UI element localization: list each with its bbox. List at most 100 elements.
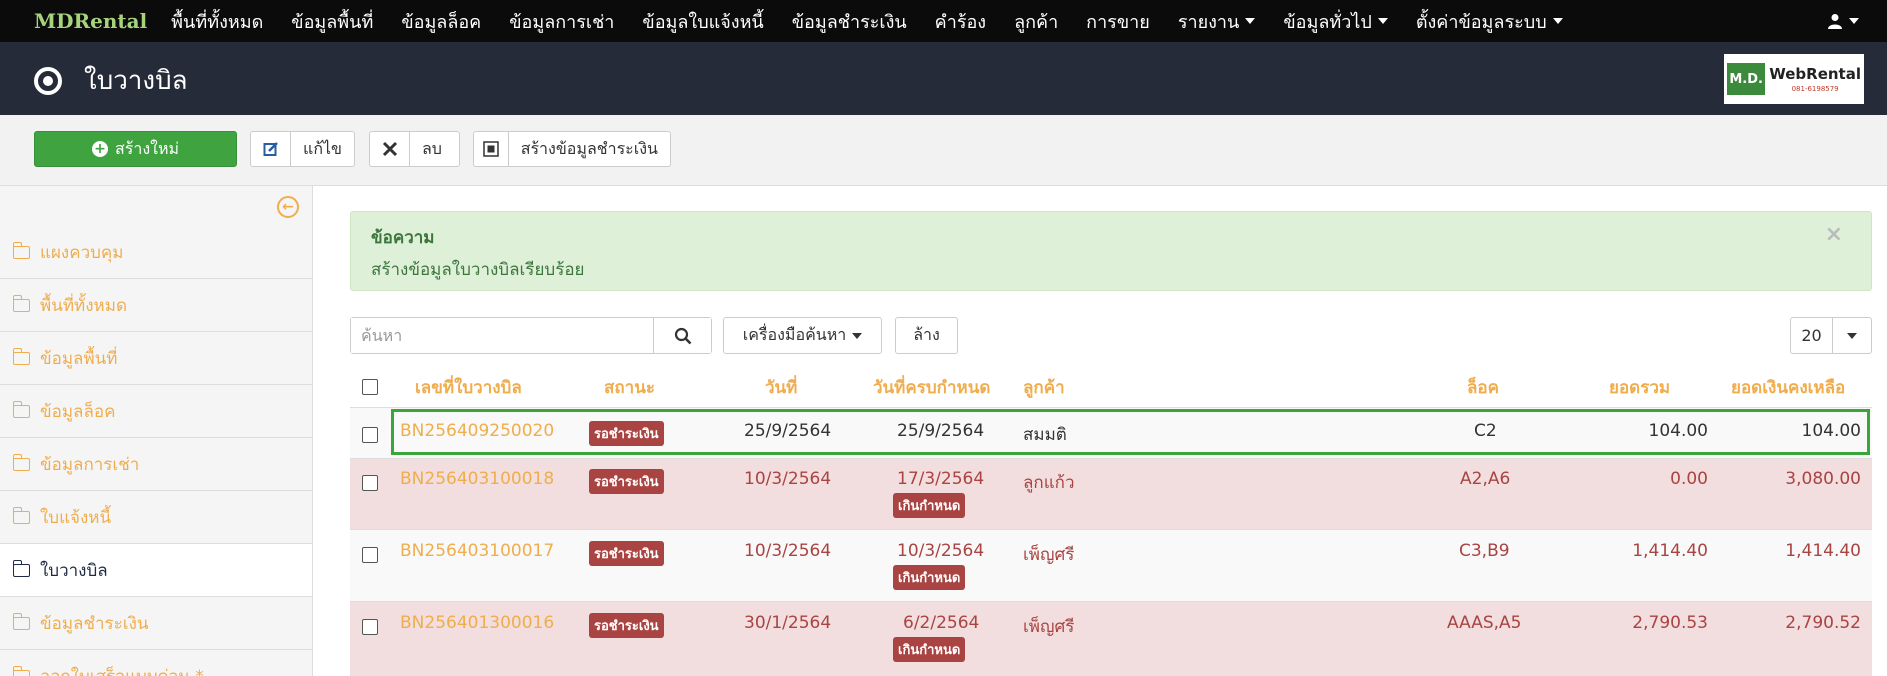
close-icon[interactable]: ×	[1825, 222, 1843, 247]
sidebar-item-label: ข้อมูลการเช่า	[40, 454, 140, 475]
caret-down-icon	[1377, 18, 1388, 24]
header-total[interactable]: ยอดรวม	[1609, 374, 1670, 401]
folder-icon	[12, 400, 30, 418]
sidebar-item-label: ข้อมูลชำระเงิน	[40, 613, 149, 634]
nav-label: ข้อมูลทั่วไป	[1283, 11, 1372, 33]
nav-label: ข้อมูลการเช่า	[509, 11, 615, 33]
header-date[interactable]: วันที่	[765, 374, 797, 401]
folder-icon	[12, 294, 30, 312]
header-due-date[interactable]: วันที่ครบกำหนด	[873, 374, 990, 401]
search-tools-dropdown[interactable]: เครื่องมือค้นหา	[723, 317, 882, 354]
search-input[interactable]	[351, 318, 654, 353]
lock-cell: AAAS,A5	[1447, 613, 1522, 633]
status-badge: รอชำระเงิน	[589, 541, 664, 566]
nav-general-dropdown[interactable]: ข้อมูลทั่วไป	[1269, 0, 1401, 42]
folder-icon	[12, 453, 30, 471]
sidebar-item-label: ใบแจ้งหนี้	[40, 507, 112, 528]
search-button[interactable]	[653, 318, 711, 353]
lock-cell: C2	[1474, 421, 1497, 441]
user-icon	[1828, 14, 1842, 29]
nav-reports-dropdown[interactable]: รายงาน	[1164, 0, 1270, 42]
nav-label: การขาย	[1086, 11, 1150, 33]
logo-md-mark: M.D.	[1727, 63, 1766, 95]
total-cell: 104.00	[1648, 421, 1708, 441]
sidebar-item-quick-receipt[interactable]: ออกใบเสร็จแบบด่วน *	[0, 650, 312, 676]
header-bill-number[interactable]: เลขที่ใบวางบิล	[415, 374, 522, 401]
edit-icon	[251, 132, 291, 166]
nav-requests[interactable]: คำร้อง	[921, 0, 1000, 42]
alert-title: ข้อความ	[371, 228, 435, 248]
nav-label: ข้อมูลใบแจ้งหนี้	[642, 11, 764, 33]
caret-down-icon	[1552, 18, 1563, 24]
row-checkbox[interactable]	[362, 547, 378, 563]
sidebar-item-invoices[interactable]: ใบแจ้งหนี้	[0, 491, 312, 544]
total-cell: 1,414.40	[1632, 541, 1708, 561]
due-date-cell: 6/2/2564	[903, 613, 980, 633]
sidebar-item-billing[interactable]: ใบวางบิล	[0, 544, 312, 597]
plus-circle-icon: +	[91, 141, 108, 157]
header-lock[interactable]: ล็อค	[1467, 374, 1499, 401]
delete-button[interactable]: ลบ	[369, 131, 460, 167]
table-row[interactable]	[350, 458, 1872, 529]
sidebar-item-area-info[interactable]: ข้อมูลพื้นที่	[0, 332, 312, 385]
stop-square-icon	[474, 132, 509, 166]
nav-sales[interactable]: การขาย	[1072, 0, 1164, 42]
folder-icon	[12, 612, 30, 630]
sidebar-item-label: แผงควบคุม	[40, 242, 124, 263]
nav-area-info[interactable]: ข้อมูลพื้นที่	[277, 0, 387, 42]
header-status[interactable]: สถานะ	[604, 374, 655, 401]
due-date-cell: 10/3/2564	[897, 541, 985, 561]
page-size-select[interactable]: 20	[1790, 317, 1872, 354]
row-checkbox[interactable]	[362, 427, 378, 443]
due-date-cell: 17/3/2564	[897, 469, 985, 489]
due-date-cell: 25/9/2564	[897, 421, 985, 441]
date-cell: 10/3/2564	[744, 469, 832, 489]
sidebar-item-lock-info[interactable]: ข้อมูลล็อค	[0, 385, 312, 438]
nav-invoice-info[interactable]: ข้อมูลใบแจ้งหนี้	[628, 0, 777, 42]
bill-number-link[interactable]: BN256409250020	[400, 421, 554, 441]
select-all-checkbox[interactable]	[362, 379, 378, 395]
create-payment-label: สร้างข้อมูลชำระเงิน	[520, 138, 658, 158]
clear-label: ล้าง	[913, 325, 940, 344]
nav-all-areas[interactable]: พื้นที่ทั้งหมด	[157, 0, 277, 42]
nav-payment-info[interactable]: ข้อมูลชำระเงิน	[778, 0, 921, 42]
bill-number-link[interactable]: BN256403100017	[400, 541, 554, 561]
table-row[interactable]	[350, 529, 1872, 601]
sidebar-item-all-areas[interactable]: พื้นที่ทั้งหมด	[0, 279, 312, 332]
row-checkbox[interactable]	[362, 619, 378, 635]
bill-number-link[interactable]: BN256403100018	[400, 469, 554, 489]
customer-cell: เพ็ญศรี	[1023, 617, 1075, 637]
clear-button[interactable]: ล้าง	[895, 317, 958, 354]
status-badge: รอชำระเงิน	[589, 469, 664, 494]
arrow-left-circle-icon[interactable]: ←	[277, 196, 299, 218]
nav-label: ข้อมูลชำระเงิน	[791, 11, 907, 33]
balance-cell: 104.00	[1801, 421, 1861, 441]
sidebar-item-payment-info[interactable]: ข้อมูลชำระเงิน	[0, 597, 312, 650]
customer-cell: เพ็ญศรี	[1023, 545, 1075, 565]
header-balance[interactable]: ยอดเงินคงเหลือ	[1731, 374, 1845, 401]
sidebar-item-dashboard[interactable]: แผงควบคุม	[0, 226, 312, 279]
date-cell: 30/1/2564	[744, 613, 832, 633]
row-checkbox[interactable]	[362, 475, 378, 491]
sidebar-item-rental-info[interactable]: ข้อมูลการเช่า	[0, 438, 312, 491]
caret-down-icon	[1245, 18, 1256, 24]
nav-settings-dropdown[interactable]: ตั้งค่าข้อมูลระบบ	[1402, 0, 1577, 42]
bill-number-link[interactable]: BN256401300016	[400, 613, 554, 633]
brand-logo[interactable]: MDRental	[34, 9, 147, 33]
action-toolbar: + สร้างใหม่ แก้ไข ลบ สร้างข้อมูลชำระเงิน	[0, 115, 1887, 186]
status-badge: รอชำระเงิน	[589, 613, 664, 638]
nav-customers[interactable]: ลูกค้า	[1000, 0, 1072, 42]
balance-cell: 1,414.40	[1785, 541, 1861, 561]
nav-lock-info[interactable]: ข้อมูลล็อค	[387, 0, 495, 42]
close-icon	[370, 132, 410, 166]
overdue-badge: เกินกำหนด	[893, 637, 966, 662]
create-payment-button[interactable]: สร้างข้อมูลชำระเงิน	[473, 131, 671, 167]
nav-rental-info[interactable]: ข้อมูลการเช่า	[495, 0, 628, 42]
edit-button[interactable]: แก้ไข	[250, 131, 355, 167]
edit-label: แก้ไข	[303, 138, 342, 158]
folder-icon	[12, 559, 30, 577]
user-menu-dropdown[interactable]	[1827, 0, 1859, 42]
header-customer[interactable]: ลูกค้า	[1023, 374, 1065, 401]
create-new-button[interactable]: + สร้างใหม่	[34, 131, 237, 167]
status-badge: รอชำระเงิน	[589, 421, 664, 446]
